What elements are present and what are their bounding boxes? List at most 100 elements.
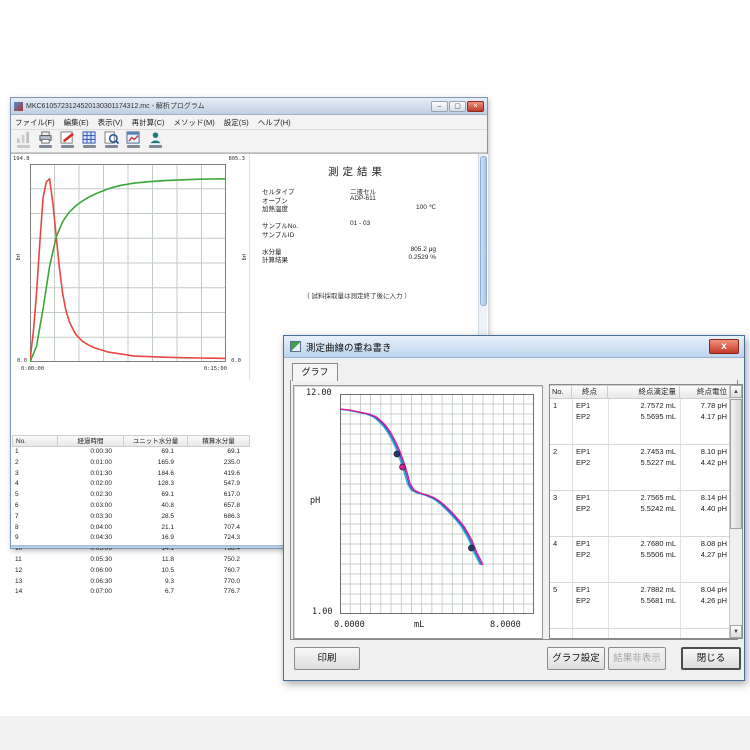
- data-table-cell: 6: [12, 501, 58, 512]
- left-axis-max-label: 194.8: [13, 156, 30, 162]
- results-note: （ 試料採取量は測定終了後に入力 ）: [250, 290, 464, 300]
- graph-window-icon[interactable]: [123, 131, 143, 152]
- menu-bar: ファイル(F) 編集(E) 表示(V) 再計算(C) メソッド(M) 設定(S) ヘルプ(H…: [11, 115, 487, 130]
- data-table-cell: 28.5: [124, 512, 188, 523]
- report-icon[interactable]: [13, 131, 33, 152]
- ep-table-header-cell[interactable]: 終点電位: [680, 385, 731, 399]
- ep-volume-value: 5.5695 mL: [608, 412, 676, 421]
- menu-item[interactable]: 設定(S): [224, 117, 249, 128]
- ep-potential-value: 8.10 pH: [680, 447, 727, 456]
- data-table-cell: 69.1: [124, 447, 188, 458]
- menu-item[interactable]: メソッド(M): [174, 117, 215, 128]
- ep-name: EP1: [576, 401, 590, 410]
- analysis-window-title: MKC6105723124520130301174312.mc - 解析プログラ…: [26, 101, 205, 111]
- data-table-cell: 3: [12, 469, 58, 480]
- data-table-header-cell[interactable]: ユニット水分量: [124, 435, 188, 447]
- data-table-row[interactable]: 70:03:3028.5686.3: [12, 512, 251, 523]
- ep-volume-value: 2.7453 mL: [608, 447, 676, 456]
- data-table-row[interactable]: 60:03:0040.8657.8: [12, 501, 251, 512]
- result-field: オーブンADP-611: [250, 195, 464, 204]
- ep-volume-value: 2.7565 mL: [608, 493, 676, 502]
- data-table-row[interactable]: 120:06:0010.5760.7: [12, 566, 251, 577]
- ep-table-header-cell[interactable]: 終点: [572, 385, 608, 399]
- data-table-cell: 0:02:30: [58, 490, 124, 501]
- close-dialog-button[interactable]: 閉じる: [681, 647, 741, 670]
- data-table-header-cell[interactable]: 積算水分量: [188, 435, 250, 447]
- print-icon[interactable]: [35, 131, 55, 152]
- ep-table-header-cell[interactable]: 終点滴定量: [608, 385, 680, 399]
- data-table-row[interactable]: 40:02:00128.3547.9: [12, 479, 251, 490]
- data-table-cell: 235.0: [188, 458, 250, 469]
- data-table-header-cell[interactable]: 経過時間: [58, 435, 124, 447]
- minimize-button[interactable]: –: [431, 101, 448, 112]
- data-table-row[interactable]: 10:00:3069.169.1: [12, 447, 251, 458]
- ep-potential-value: 4.26 pH: [680, 596, 727, 605]
- ph-max-label: 12.00: [306, 388, 332, 398]
- tab-graph[interactable]: グラフ: [292, 363, 338, 381]
- result-field-value: 0.2529 %: [409, 254, 436, 261]
- result-field: 加熱温度100 ℃: [250, 203, 464, 212]
- data-table-header-cell[interactable]: No.: [12, 435, 58, 447]
- ep-result-group[interactable]: 2EP12.7453 mL8.10 pHEP25.5227 mL4.42 pH: [550, 445, 729, 491]
- data-table-row[interactable]: 110:05:3011.8750.2: [12, 555, 251, 566]
- ep-potential-value: 8.04 pH: [680, 585, 727, 594]
- ep-table-header-cell[interactable]: No.: [550, 385, 572, 399]
- data-table-cell: 69.1: [188, 447, 250, 458]
- data-table-cell: 0:03:30: [58, 512, 124, 523]
- ep-scrollbar-thumb[interactable]: [730, 399, 742, 529]
- y-axis-label: pH: [310, 496, 320, 506]
- menu-item[interactable]: ファイル(F): [15, 117, 55, 128]
- drying-curve-plot: [30, 164, 226, 362]
- scroll-up-icon[interactable]: ▲: [730, 385, 742, 398]
- data-table-cell: 2: [12, 458, 58, 469]
- menu-item[interactable]: ヘルプ(H): [258, 117, 291, 128]
- calc-table-icon[interactable]: [79, 131, 99, 152]
- data-table-row[interactable]: 90:04:3016.9724.3: [12, 533, 251, 544]
- data-table-cell: 14: [12, 587, 58, 598]
- results-title: 測定結果: [250, 164, 464, 179]
- menu-item[interactable]: 再計算(C): [132, 117, 165, 128]
- dialog-close-button[interactable]: x: [709, 339, 739, 354]
- maximize-button[interactable]: ▢: [449, 101, 466, 112]
- data-table-cell: 0:04:00: [58, 523, 124, 534]
- right-axis-min-label: 0.0: [231, 358, 241, 364]
- ep-result-group[interactable]: 4EP12.7680 mL8.08 pHEP25.5506 mL4.27 pH: [550, 537, 729, 583]
- data-table-row[interactable]: 80:04:0021.1707.4: [12, 523, 251, 534]
- results-scrollbar-thumb[interactable]: [480, 156, 487, 306]
- hide-results-button: 結果非表示: [608, 647, 666, 670]
- ep-result-group[interactable]: 3EP12.7565 mL8.14 pHEP25.5242 mL4.40 pH: [550, 491, 729, 537]
- data-table-cell: 5: [12, 490, 58, 501]
- data-table-cell: 770.0: [188, 577, 250, 588]
- data-table-row[interactable]: 130:06:309.3770.0: [12, 577, 251, 588]
- data-table-cell: 0:00:30: [58, 447, 124, 458]
- ep-result-group[interactable]: 1EP12.7572 mL7.78 pHEP25.5695 mL4.17 pH: [550, 399, 729, 445]
- print-button[interactable]: 印刷: [294, 647, 360, 670]
- data-table-row[interactable]: 20:01:00165.9235.0: [12, 458, 251, 469]
- result-field: 計算結果0.2529 %: [250, 254, 464, 263]
- analysis-window-titlebar[interactable]: MKC6105723124520130301174312.mc - 解析プログラ…: [11, 98, 487, 115]
- ep-group-number: 2: [553, 447, 557, 456]
- menu-item[interactable]: 表示(V): [98, 117, 123, 128]
- data-table-row[interactable]: 30:01:30184.6419.6: [12, 469, 251, 480]
- data-table-cell: 776.7: [188, 587, 250, 598]
- ep-volume-value: 2.7882 mL: [608, 585, 676, 594]
- data-table-row[interactable]: 50:02:3069.1617.0: [12, 490, 251, 501]
- close-button[interactable]: ×: [467, 101, 484, 112]
- user-icon[interactable]: [145, 131, 165, 152]
- data-table-cell: 0:07:00: [58, 587, 124, 598]
- scroll-down-icon[interactable]: ▼: [730, 625, 742, 638]
- data-table-cell: 760.7: [188, 566, 250, 577]
- graph-settings-button[interactable]: グラフ設定: [547, 647, 605, 670]
- ep-volume-value: 2.7572 mL: [608, 401, 676, 410]
- data-table-row[interactable]: 140:07:006.7776.7: [12, 587, 251, 598]
- ep-result-group[interactable]: 5EP12.7882 mL8.04 pHEP25.5681 mL4.26 pH: [550, 583, 729, 629]
- search-doc-icon[interactable]: [101, 131, 121, 152]
- data-table-cell: 11: [12, 555, 58, 566]
- data-table-cell: 1: [12, 447, 58, 458]
- ep-potential-value: 4.40 pH: [680, 504, 727, 513]
- graph-edit-icon[interactable]: [57, 131, 77, 152]
- overlay-dialog-titlebar[interactable]: 測定曲線の重ね書き: [284, 336, 744, 358]
- ep-potential-value: 4.27 pH: [680, 550, 727, 559]
- ep-table-scrollbar[interactable]: ▲ ▼: [729, 385, 742, 638]
- menu-item[interactable]: 編集(E): [64, 117, 89, 128]
